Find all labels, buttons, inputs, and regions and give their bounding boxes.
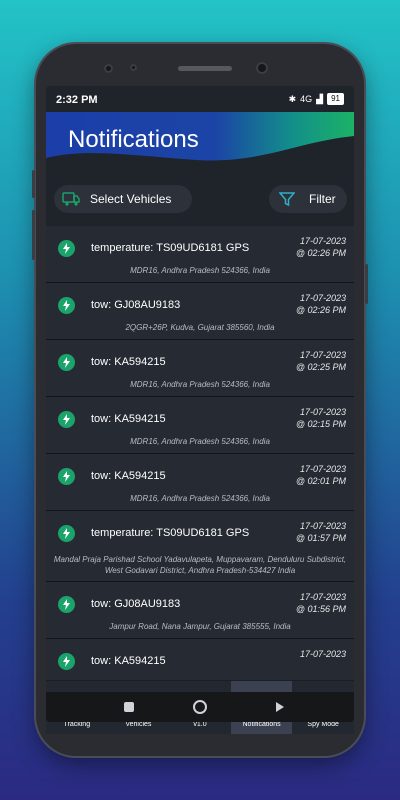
status-icons: ✱ 4G ▟ 91 xyxy=(289,93,344,105)
notification-item[interactable]: temperature: TS09UD6181 GPS 17-07-2023 @… xyxy=(46,511,354,582)
alert-bolt-icon xyxy=(58,411,75,428)
notification-item[interactable]: tow: KA594215 17-07-2023 @ 02:15 PM MDR1… xyxy=(46,397,354,454)
notification-date: 17-07-2023 xyxy=(299,293,346,303)
alert-bolt-icon xyxy=(58,653,75,670)
notification-address: Jampur Road, Nana Jampur, Gujarat 385555… xyxy=(109,622,291,631)
network-type: 4G xyxy=(300,94,313,104)
phone-frame: 2:32 PM ✱ 4G ▟ 91 Notifications Select V… xyxy=(32,44,368,756)
notification-title: temperature: TS09UD6181 GPS xyxy=(91,242,250,254)
notification-address: MDR16, Andhra Pradesh 524366, India xyxy=(130,494,270,503)
notification-item[interactable]: tow: KA594215 17-07-2023 xyxy=(46,639,354,680)
notification-title: tow: GJ08AU9183 xyxy=(91,299,181,311)
phone-volume-button xyxy=(32,210,35,260)
nav-label: Tracking xyxy=(63,721,91,728)
notification-date: 17-07-2023 xyxy=(299,649,346,659)
system-navigation-bar xyxy=(46,692,354,722)
notification-time: @ 02:26 PM xyxy=(295,248,346,258)
phone-side-button xyxy=(32,170,35,198)
nav-label: Spy Mode xyxy=(307,721,339,728)
battery-icon: 91 xyxy=(327,93,344,105)
earpiece-speaker xyxy=(178,66,232,71)
notification-item[interactable]: tow: KA594215 17-07-2023 @ 02:25 PM MDR1… xyxy=(46,340,354,397)
phone-power-button xyxy=(365,264,368,304)
alert-bolt-icon xyxy=(58,525,75,542)
notification-date: 17-07-2023 xyxy=(299,407,346,417)
alert-bolt-icon xyxy=(58,468,75,485)
notification-date: 17-07-2023 xyxy=(299,592,346,602)
alert-bolt-icon xyxy=(58,596,75,613)
system-nav-icons xyxy=(124,700,284,714)
notification-list[interactable]: temperature: TS09UD6181 GPS 17-07-2023 @… xyxy=(46,226,354,680)
truck-icon xyxy=(62,192,80,206)
notification-title: tow: KA594215 xyxy=(91,655,166,667)
status-time: 2:32 PM xyxy=(56,94,98,106)
alert-bolt-icon xyxy=(58,240,75,257)
nav-label: v1.0 xyxy=(193,721,207,728)
notification-time: @ 02:25 PM xyxy=(295,362,346,372)
nav-label: Vehicles xyxy=(125,721,152,728)
notification-time: @ 02:26 PM xyxy=(295,305,346,315)
alert-bolt-icon xyxy=(58,354,75,371)
notification-title: tow: KA594215 xyxy=(91,356,166,368)
filter-button[interactable]: Filter xyxy=(269,185,347,213)
page-title: Notifications xyxy=(68,126,199,153)
notification-date: 17-07-2023 xyxy=(299,464,346,474)
notification-title: tow: KA594215 xyxy=(91,413,166,425)
phone-bezel-top xyxy=(36,44,364,86)
bluetooth-icon: ✱ xyxy=(288,93,297,104)
notification-time: @ 02:15 PM xyxy=(295,419,346,429)
front-camera-icon xyxy=(104,64,113,73)
filter-label: Filter xyxy=(309,192,336,206)
notification-title: temperature: TS09UD6181 GPS xyxy=(91,527,250,539)
status-bar: 2:32 PM ✱ 4G ▟ 91 xyxy=(46,86,354,112)
notification-time: @ 02:01 PM xyxy=(295,476,346,486)
notification-title: tow: GJ08AU9183 xyxy=(91,598,181,610)
alert-bolt-icon xyxy=(58,297,75,314)
notification-item[interactable]: tow: KA594215 17-07-2023 @ 02:01 PM MDR1… xyxy=(46,454,354,511)
notification-date: 17-07-2023 xyxy=(299,236,346,246)
nav-label: Notifications xyxy=(242,721,281,728)
app-screen: 2:32 PM ✱ 4G ▟ 91 Notifications Select V… xyxy=(46,86,354,734)
notification-address: 2QGR+26P, Kudva, Gujarat 385560, India xyxy=(125,323,275,332)
sensor-icon xyxy=(130,64,137,71)
back-icon xyxy=(276,702,284,712)
header-banner: Notifications xyxy=(46,112,354,182)
notification-date: 17-07-2023 xyxy=(299,521,346,531)
notification-item[interactable]: tow: GJ08AU9183 17-07-2023 @ 01:56 PM Ja… xyxy=(46,582,354,639)
notification-date: 17-07-2023 xyxy=(299,350,346,360)
notification-title: tow: KA594215 xyxy=(91,470,166,482)
notification-time: @ 01:57 PM xyxy=(295,533,346,543)
notification-address: Mandal Praja Parishad School Yadavulapet… xyxy=(53,555,347,575)
notification-address: MDR16, Andhra Pradesh 524366, India xyxy=(130,266,270,275)
notification-time: @ 01:56 PM xyxy=(295,604,346,614)
select-vehicles-button[interactable]: Select Vehicles xyxy=(54,185,192,213)
signal-icon: ▟ xyxy=(316,93,324,104)
home-button-icon xyxy=(193,700,207,714)
front-camera-icon xyxy=(256,62,268,74)
notification-address: MDR16, Andhra Pradesh 524366, India xyxy=(130,380,270,389)
notification-address: MDR16, Andhra Pradesh 524366, India xyxy=(130,437,270,446)
recents-icon xyxy=(124,702,134,712)
select-vehicles-label: Select Vehicles xyxy=(90,192,172,206)
toolbar: Select Vehicles Filter xyxy=(46,185,354,223)
notification-item[interactable]: temperature: TS09UD6181 GPS 17-07-2023 @… xyxy=(46,226,354,283)
filter-icon xyxy=(279,192,295,207)
notification-item[interactable]: tow: GJ08AU9183 17-07-2023 @ 02:26 PM 2Q… xyxy=(46,283,354,340)
